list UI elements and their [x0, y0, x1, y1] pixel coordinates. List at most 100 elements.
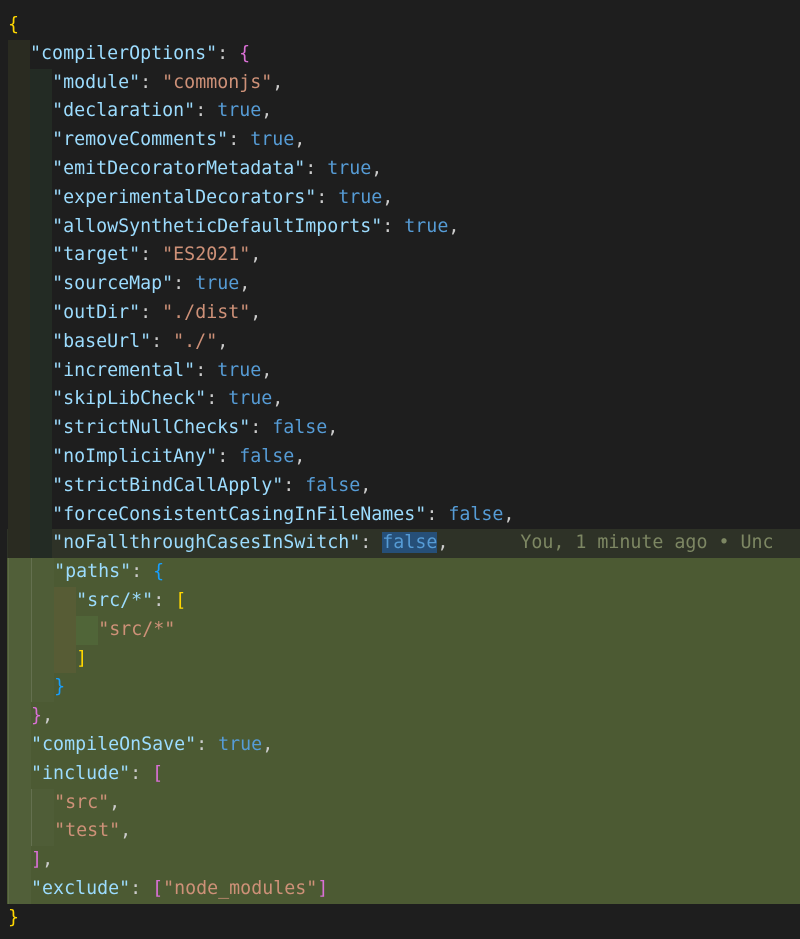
- json-key: "outDir": [52, 301, 141, 323]
- indent-guide: [8, 356, 31, 386]
- indent-guide: [30, 212, 53, 242]
- code-line[interactable]: },: [7, 702, 800, 731]
- indent-guide: [8, 471, 31, 501]
- json-boolean: true: [217, 359, 262, 381]
- indent-guide: [8, 673, 31, 703]
- json-key: "module": [52, 71, 141, 93]
- git-blame-annotation: You, 1 minute ago • Unc: [520, 532, 774, 554]
- indent-guide: [8, 212, 31, 242]
- code-line[interactable]: "allowSyntheticDefaultImports": true,: [0, 212, 800, 242]
- punctuation: :: [196, 733, 219, 755]
- code-line[interactable]: "target": "ES2021",: [0, 241, 800, 271]
- code-line[interactable]: "noFallthroughCasesInSwitch": false, You,…: [7, 529, 800, 559]
- indent-guide: [31, 558, 54, 587]
- json-key: "target": [52, 244, 141, 266]
- json-string: "src/*": [98, 618, 176, 640]
- punctuation: ,: [448, 215, 460, 237]
- punctuation: :: [151, 330, 174, 352]
- punctuation: ,: [217, 330, 229, 352]
- indent-guide: [30, 414, 53, 443]
- bracket: {: [239, 42, 251, 64]
- code-line[interactable]: "incremental": true,: [0, 356, 800, 386]
- code-line[interactable]: "compilerOptions": {: [0, 39, 800, 69]
- code-line[interactable]: "src",: [7, 788, 800, 818]
- punctuation: :: [173, 273, 196, 295]
- json-key: "src/*": [76, 589, 154, 611]
- json-boolean: false: [448, 503, 504, 525]
- indent-guide: [8, 97, 31, 127]
- code-line[interactable]: ]: [7, 644, 800, 674]
- punctuation: :: [360, 532, 383, 554]
- indent-guide: [8, 442, 31, 472]
- indent-guide: [30, 442, 53, 472]
- code-line[interactable]: "exclude": ["node_modules"]: [7, 874, 800, 904]
- json-boolean: true: [228, 388, 273, 410]
- code-line[interactable]: "strictBindCallApply": false,: [0, 471, 800, 501]
- code-line[interactable]: "include": [: [7, 759, 800, 789]
- indent-guide: [31, 615, 54, 645]
- code-line[interactable]: "src/*": [: [7, 586, 800, 616]
- code-line[interactable]: "baseUrl": "./",: [0, 327, 800, 357]
- indent-guide: [8, 586, 31, 616]
- punctuation: ,: [437, 532, 449, 554]
- code-line[interactable]: "module": "commonjs",: [0, 68, 800, 98]
- bracket: }: [8, 906, 20, 928]
- bracket: [: [175, 589, 187, 611]
- indent-guide: [30, 356, 53, 386]
- punctuation: :: [195, 100, 218, 122]
- indent-guide: [8, 39, 31, 69]
- json-key: "include": [31, 762, 131, 784]
- code-line[interactable]: "strictNullChecks": false,: [0, 414, 800, 443]
- code-line[interactable]: "skipLibCheck": true,: [0, 385, 800, 415]
- code-line[interactable]: {: [0, 11, 800, 40]
- code-line[interactable]: "emitDecoratorMetadata": true,: [0, 154, 800, 184]
- code-line[interactable]: "src/*": [7, 615, 800, 645]
- json-string: "test": [54, 820, 121, 842]
- punctuation: ,: [120, 820, 132, 842]
- indent-guide: [8, 529, 31, 559]
- punctuation: ,: [360, 474, 372, 496]
- code-editor[interactable]: {"compilerOptions": {"module": "commonjs…: [0, 11, 800, 933]
- json-string: "./dist": [162, 301, 251, 323]
- punctuation: ,: [261, 359, 273, 381]
- code-line[interactable]: }: [0, 904, 800, 933]
- json-key: "compilerOptions": [30, 42, 218, 64]
- code-line[interactable]: "noImplicitAny": false,: [0, 442, 800, 472]
- punctuation: ,: [294, 129, 306, 151]
- punctuation: ,: [382, 186, 394, 208]
- bracket: ]: [31, 849, 43, 871]
- indent-guide: [8, 68, 31, 98]
- code-line[interactable]: "paths": {: [7, 558, 800, 587]
- indent-guide: [30, 68, 53, 98]
- json-string: "node_modules": [163, 877, 318, 899]
- code-line[interactable]: ],: [7, 846, 800, 875]
- code-line[interactable]: "test",: [7, 817, 800, 847]
- code-line[interactable]: "removeComments": true,: [0, 126, 800, 155]
- code-line[interactable]: }: [7, 673, 800, 703]
- json-boolean: true: [217, 100, 262, 122]
- json-string: "src": [54, 791, 110, 813]
- punctuation: :: [305, 157, 328, 179]
- json-string: "commonjs": [162, 71, 273, 93]
- punctuation: :: [140, 244, 163, 266]
- code-line[interactable]: "sourceMap": true,: [0, 270, 800, 299]
- json-key: "allowSyntheticDefaultImports": [52, 215, 383, 237]
- indent-guide: [8, 126, 31, 155]
- punctuation: ,: [42, 849, 54, 871]
- code-line[interactable]: "forceConsistentCasingInFileNames": fals…: [0, 500, 800, 530]
- indent-guide: [30, 385, 53, 415]
- code-line[interactable]: "declaration": true,: [0, 97, 800, 127]
- punctuation: ,: [261, 100, 273, 122]
- indent-guide: [30, 471, 53, 501]
- bracket: [: [152, 762, 164, 784]
- punctuation: :: [228, 129, 251, 151]
- code-line[interactable]: "experimentalDecorators": true,: [0, 183, 800, 213]
- code-line[interactable]: "outDir": "./dist",: [0, 298, 800, 328]
- bracket: [: [152, 877, 164, 899]
- punctuation: :: [316, 186, 339, 208]
- punctuation: :: [140, 301, 163, 323]
- json-key: "noFallthroughCasesInSwitch": [52, 532, 361, 554]
- code-line[interactable]: "compileOnSave": true,: [7, 730, 800, 760]
- indent-guide: [8, 385, 31, 415]
- json-key: "paths": [54, 561, 132, 583]
